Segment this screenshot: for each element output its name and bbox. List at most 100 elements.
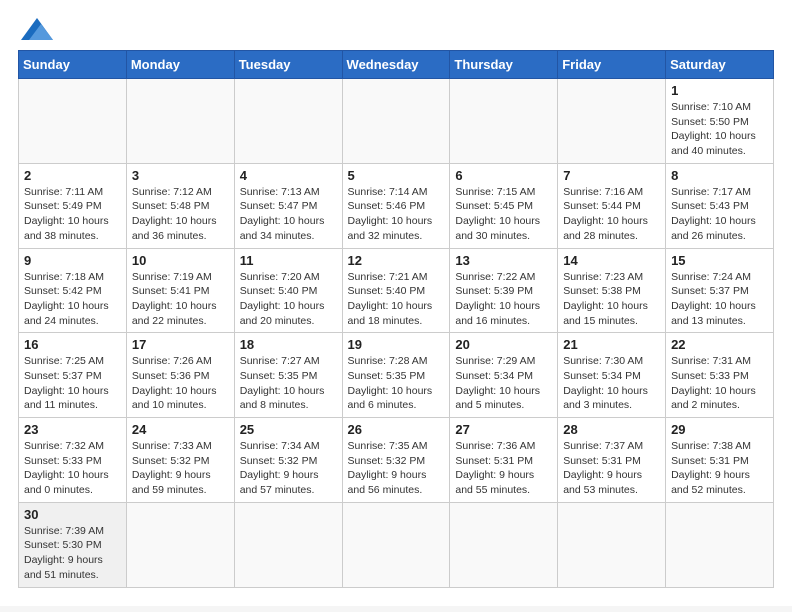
calendar-week-row: 9 Sunrise: 7:18 AM Sunset: 5:42 PM Daylig…: [19, 248, 774, 333]
day-info: Sunrise: 7:12 AM Sunset: 5:48 PM Dayligh…: [132, 185, 229, 244]
day-number: 30: [24, 507, 121, 522]
day-number: 13: [455, 253, 552, 268]
calendar-cell: [234, 79, 342, 164]
calendar-cell: 12 Sunrise: 7:21 AM Sunset: 5:40 PM Dayli…: [342, 248, 450, 333]
calendar-cell: [342, 502, 450, 587]
day-number: 16: [24, 337, 121, 352]
weekday-header-sunday: Sunday: [19, 51, 127, 79]
calendar-cell: 16 Sunrise: 7:25 AM Sunset: 5:37 PM Dayli…: [19, 333, 127, 418]
calendar-cell: 6 Sunrise: 7:15 AM Sunset: 5:45 PM Daylig…: [450, 163, 558, 248]
calendar-cell: 23 Sunrise: 7:32 AM Sunset: 5:33 PM Dayli…: [19, 418, 127, 503]
day-info: Sunrise: 7:33 AM Sunset: 5:32 PM Dayligh…: [132, 439, 229, 498]
day-number: 12: [348, 253, 445, 268]
day-number: 28: [563, 422, 660, 437]
day-info: Sunrise: 7:36 AM Sunset: 5:31 PM Dayligh…: [455, 439, 552, 498]
day-info: Sunrise: 7:34 AM Sunset: 5:32 PM Dayligh…: [240, 439, 337, 498]
weekday-header-row: SundayMondayTuesdayWednesdayThursdayFrid…: [19, 51, 774, 79]
calendar-cell: [19, 79, 127, 164]
day-info: Sunrise: 7:13 AM Sunset: 5:47 PM Dayligh…: [240, 185, 337, 244]
day-number: 19: [348, 337, 445, 352]
calendar-cell: 13 Sunrise: 7:22 AM Sunset: 5:39 PM Dayli…: [450, 248, 558, 333]
day-info: Sunrise: 7:14 AM Sunset: 5:46 PM Dayligh…: [348, 185, 445, 244]
calendar-cell: 10Sunrise: 7:19 AM Sunset: 5:41 PM Dayli…: [126, 248, 234, 333]
day-number: 26: [348, 422, 445, 437]
page: SundayMondayTuesdayWednesdayThursdayFrid…: [0, 0, 792, 606]
day-info: Sunrise: 7:17 AM Sunset: 5:43 PM Dayligh…: [671, 185, 768, 244]
day-info: Sunrise: 7:39 AM Sunset: 5:30 PM Dayligh…: [24, 524, 121, 583]
day-number: 5: [348, 168, 445, 183]
calendar-week-row: 23 Sunrise: 7:32 AM Sunset: 5:33 PM Dayli…: [19, 418, 774, 503]
day-number: 6: [455, 168, 552, 183]
day-number: 20: [455, 337, 552, 352]
calendar-cell: [666, 502, 774, 587]
day-info: Sunrise: 7:31 AM Sunset: 5:33 PM Dayligh…: [671, 354, 768, 413]
day-info: Sunrise: 7:21 AM Sunset: 5:40 PM Dayligh…: [348, 270, 445, 329]
calendar-cell: 20 Sunrise: 7:29 AM Sunset: 5:34 PM Dayli…: [450, 333, 558, 418]
day-info: Sunrise: 7:30 AM Sunset: 5:34 PM Dayligh…: [563, 354, 660, 413]
calendar: SundayMondayTuesdayWednesdayThursdayFrid…: [18, 50, 774, 588]
day-number: 11: [240, 253, 337, 268]
calendar-week-row: 16 Sunrise: 7:25 AM Sunset: 5:37 PM Dayli…: [19, 333, 774, 418]
header: [18, 18, 774, 40]
day-number: 21: [563, 337, 660, 352]
weekday-header-saturday: Saturday: [666, 51, 774, 79]
weekday-header-monday: Monday: [126, 51, 234, 79]
calendar-cell: 15 Sunrise: 7:24 AM Sunset: 5:37 PM Dayli…: [666, 248, 774, 333]
logo: [18, 18, 53, 40]
day-info: Sunrise: 7:29 AM Sunset: 5:34 PM Dayligh…: [455, 354, 552, 413]
day-info: Sunrise: 7:32 AM Sunset: 5:33 PM Dayligh…: [24, 439, 121, 498]
day-info: Sunrise: 7:19 AM Sunset: 5:41 PM Dayligh…: [132, 270, 229, 329]
calendar-cell: 14Sunrise: 7:23 AM Sunset: 5:38 PM Dayli…: [558, 248, 666, 333]
day-number: 23: [24, 422, 121, 437]
calendar-cell: [558, 502, 666, 587]
weekday-header-friday: Friday: [558, 51, 666, 79]
calendar-cell: 7 Sunrise: 7:16 AM Sunset: 5:44 PM Daylig…: [558, 163, 666, 248]
day-info: Sunrise: 7:20 AM Sunset: 5:40 PM Dayligh…: [240, 270, 337, 329]
calendar-cell: [234, 502, 342, 587]
weekday-header-tuesday: Tuesday: [234, 51, 342, 79]
day-number: 8: [671, 168, 768, 183]
calendar-week-row: 1 Sunrise: 7:10 AM Sunset: 5:50 PM Daylig…: [19, 79, 774, 164]
day-info: Sunrise: 7:15 AM Sunset: 5:45 PM Dayligh…: [455, 185, 552, 244]
day-info: Sunrise: 7:18 AM Sunset: 5:42 PM Dayligh…: [24, 270, 121, 329]
day-info: Sunrise: 7:26 AM Sunset: 5:36 PM Dayligh…: [132, 354, 229, 413]
day-number: 22: [671, 337, 768, 352]
calendar-cell: [342, 79, 450, 164]
calendar-cell: 26 Sunrise: 7:35 AM Sunset: 5:32 PM Dayli…: [342, 418, 450, 503]
calendar-cell: 22 Sunrise: 7:31 AM Sunset: 5:33 PM Dayli…: [666, 333, 774, 418]
day-number: 9: [24, 253, 121, 268]
calendar-cell: [450, 79, 558, 164]
calendar-cell: 9 Sunrise: 7:18 AM Sunset: 5:42 PM Daylig…: [19, 248, 127, 333]
calendar-cell: [126, 502, 234, 587]
calendar-cell: [126, 79, 234, 164]
day-info: Sunrise: 7:16 AM Sunset: 5:44 PM Dayligh…: [563, 185, 660, 244]
day-info: Sunrise: 7:27 AM Sunset: 5:35 PM Dayligh…: [240, 354, 337, 413]
calendar-cell: 24Sunrise: 7:33 AM Sunset: 5:32 PM Dayli…: [126, 418, 234, 503]
calendar-cell: 1 Sunrise: 7:10 AM Sunset: 5:50 PM Daylig…: [666, 79, 774, 164]
day-info: Sunrise: 7:37 AM Sunset: 5:31 PM Dayligh…: [563, 439, 660, 498]
calendar-cell: 27Sunrise: 7:36 AM Sunset: 5:31 PM Dayli…: [450, 418, 558, 503]
day-number: 1: [671, 83, 768, 98]
calendar-cell: 2Sunrise: 7:11 AM Sunset: 5:49 PM Daylig…: [19, 163, 127, 248]
day-info: Sunrise: 7:28 AM Sunset: 5:35 PM Dayligh…: [348, 354, 445, 413]
calendar-cell: 17Sunrise: 7:26 AM Sunset: 5:36 PM Dayli…: [126, 333, 234, 418]
day-info: Sunrise: 7:10 AM Sunset: 5:50 PM Dayligh…: [671, 100, 768, 159]
calendar-cell: [558, 79, 666, 164]
day-number: 7: [563, 168, 660, 183]
weekday-header-thursday: Thursday: [450, 51, 558, 79]
day-info: Sunrise: 7:24 AM Sunset: 5:37 PM Dayligh…: [671, 270, 768, 329]
day-info: Sunrise: 7:11 AM Sunset: 5:49 PM Dayligh…: [24, 185, 121, 244]
calendar-cell: 30 Sunrise: 7:39 AM Sunset: 5:30 PM Dayli…: [19, 502, 127, 587]
calendar-cell: 5 Sunrise: 7:14 AM Sunset: 5:46 PM Daylig…: [342, 163, 450, 248]
day-number: 25: [240, 422, 337, 437]
day-number: 3: [132, 168, 229, 183]
day-number: 15: [671, 253, 768, 268]
day-info: Sunrise: 7:35 AM Sunset: 5:32 PM Dayligh…: [348, 439, 445, 498]
calendar-cell: 21 Sunrise: 7:30 AM Sunset: 5:34 PM Dayli…: [558, 333, 666, 418]
day-info: Sunrise: 7:25 AM Sunset: 5:37 PM Dayligh…: [24, 354, 121, 413]
calendar-cell: 25 Sunrise: 7:34 AM Sunset: 5:32 PM Dayli…: [234, 418, 342, 503]
calendar-cell: [450, 502, 558, 587]
day-info: Sunrise: 7:23 AM Sunset: 5:38 PM Dayligh…: [563, 270, 660, 329]
day-info: Sunrise: 7:22 AM Sunset: 5:39 PM Dayligh…: [455, 270, 552, 329]
calendar-cell: 8 Sunrise: 7:17 AM Sunset: 5:43 PM Daylig…: [666, 163, 774, 248]
